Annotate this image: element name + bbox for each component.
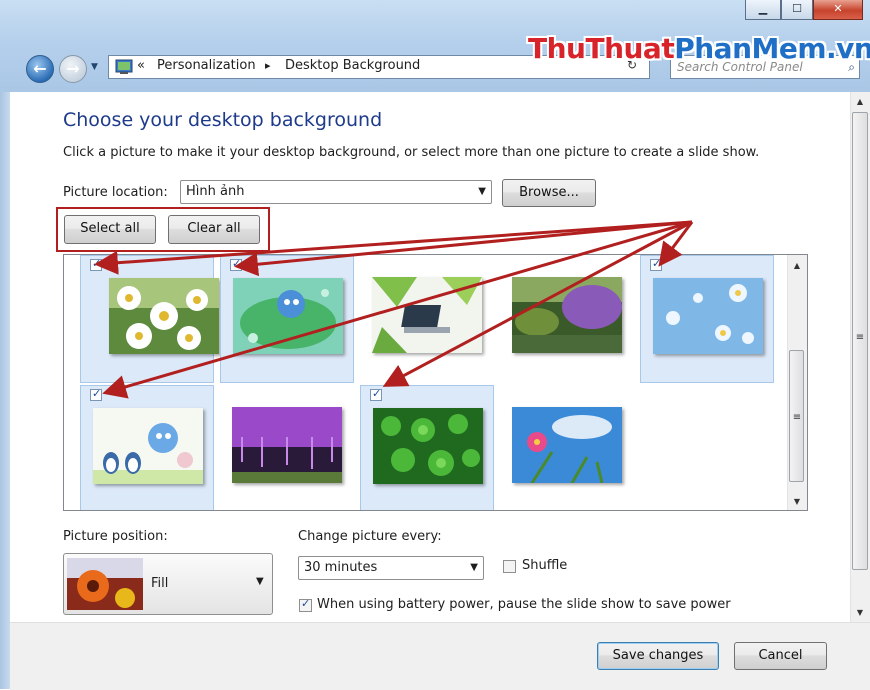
thumbnail-blue-flowers <box>653 278 763 354</box>
battery-pause-label[interactable]: When using battery power, pause the slid… <box>317 597 731 612</box>
thumbnail-green-clover <box>373 408 483 484</box>
tile-checkbox[interactable] <box>650 257 662 271</box>
position-preview-thumbnail <box>67 558 143 610</box>
breadcrumb-separator-icon[interactable]: ▸ <box>265 59 271 72</box>
forward-button[interactable]: → <box>59 55 87 83</box>
picture-position-label: Picture position: <box>63 529 168 544</box>
tile-checkbox[interactable] <box>370 387 382 401</box>
maximize-button[interactable]: ☐ <box>781 0 813 20</box>
gallery-tile[interactable] <box>220 385 354 510</box>
maximize-icon: ☐ <box>792 2 802 15</box>
picture-location-value: Hình ảnh <box>186 184 245 199</box>
scroll-down-icon[interactable]: ▼ <box>789 497 805 506</box>
window-scroll-down-icon[interactable]: ▼ <box>852 608 868 617</box>
breadcrumb-overflow[interactable]: « <box>137 58 145 73</box>
thumbnail-cartoon-bears-penguins <box>93 408 203 484</box>
gallery-tile[interactable] <box>220 255 354 383</box>
close-button[interactable]: ✕ <box>813 0 863 20</box>
battery-pause-checkbox[interactable] <box>299 597 312 612</box>
breadcrumb-item-personalization[interactable]: Personalization <box>157 58 256 73</box>
watermark-part: Thuat <box>585 32 675 65</box>
save-changes-button[interactable]: Save changes <box>597 642 719 670</box>
interval-value: 30 minutes <box>304 560 378 575</box>
gallery-tile[interactable] <box>640 255 774 383</box>
minimize-button[interactable]: ▁ <box>745 0 781 20</box>
watermark-part: Thu <box>528 32 586 65</box>
scroll-up-icon[interactable]: ▲ <box>789 261 805 270</box>
thumbnail-daisies <box>109 278 219 354</box>
gallery-tile[interactable] <box>80 255 219 383</box>
gallery-tile[interactable] <box>360 385 494 510</box>
change-picture-interval-select[interactable]: 30 minutes ▼ <box>298 556 484 580</box>
recent-pages-dropdown-icon[interactable]: ▼ <box>91 62 98 72</box>
watermark-part: PhanMem <box>674 32 827 65</box>
thumbnail-cartoon-bear-leaf <box>233 278 343 354</box>
watermark-part: .vn <box>826 32 870 65</box>
window-scroll-up-icon[interactable]: ▲ <box>852 97 868 106</box>
tile-checkbox[interactable] <box>230 257 242 271</box>
shuffle-label[interactable]: Shuffle <box>522 558 567 573</box>
close-icon: ✕ <box>833 2 843 15</box>
picture-location-label: Picture location: <box>63 185 168 200</box>
minimize-icon: ▁ <box>758 2 768 15</box>
chevron-down-icon: ▼ <box>478 186 486 197</box>
thumbnail-purple-wisteria <box>232 407 342 483</box>
back-arrow-icon: ← <box>33 59 47 78</box>
tile-checkbox[interactable] <box>90 387 102 401</box>
position-chevron-down-icon: ▼ <box>256 576 264 587</box>
breadcrumb-item-desktop-background[interactable]: Desktop Background <box>285 58 420 73</box>
window-grip-icon: ≡ <box>855 332 865 343</box>
cancel-button[interactable]: Cancel <box>734 642 827 670</box>
control-panel-icon <box>115 59 133 74</box>
browse-button[interactable]: Browse... <box>502 179 596 207</box>
gallery-tile[interactable] <box>360 255 494 383</box>
page-title: Choose your desktop background <box>63 109 383 131</box>
thumbnail-pink-flower-sky <box>512 407 622 483</box>
back-button[interactable]: ← <box>26 55 54 83</box>
gallery-tile[interactable] <box>80 385 214 510</box>
watermark-logo: ThuThuatPhanMem.vn <box>528 32 870 65</box>
thumbnail-garden-wisteria <box>512 277 622 353</box>
forward-arrow-icon: → <box>66 59 80 78</box>
shuffle-checkbox[interactable] <box>503 560 516 573</box>
picture-gallery[interactable] <box>63 254 808 511</box>
grip-icon: ≡ <box>792 412 802 423</box>
picture-position-value: Fill <box>151 576 169 591</box>
window-frame-left <box>0 92 10 689</box>
picture-location-select[interactable]: Hình ảnh ▼ <box>180 180 492 204</box>
tile-checkbox[interactable] <box>90 257 102 271</box>
gallery-tile[interactable] <box>500 255 634 383</box>
thumbnail-laptop-green-leaves <box>372 277 482 353</box>
gallery-tile[interactable] <box>500 385 634 510</box>
change-picture-label: Change picture every: <box>298 529 442 544</box>
annotation-highlight-box <box>56 207 270 252</box>
page-description: Click a picture to make it your desktop … <box>63 145 760 160</box>
interval-chevron-down-icon: ▼ <box>470 562 478 573</box>
